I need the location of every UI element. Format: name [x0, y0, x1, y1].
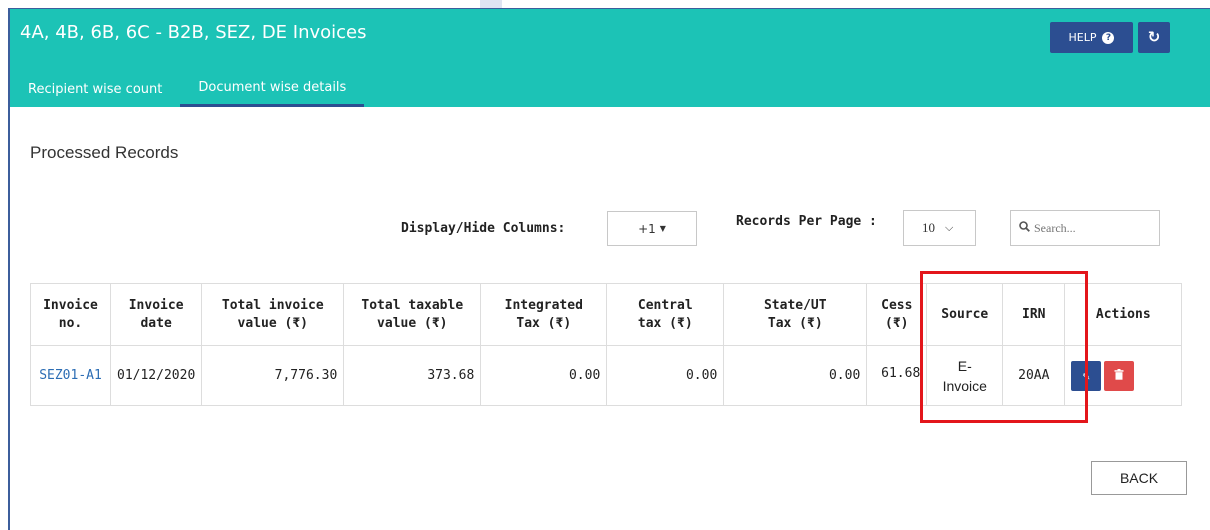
highlight-box — [920, 271, 1088, 423]
header-label: Invoice no. — [43, 297, 98, 331]
search-input[interactable] — [1034, 220, 1154, 236]
total-invoice-value-cell: 7,776.30 — [201, 345, 345, 406]
col-invoice-date[interactable]: Invoice date — [109, 283, 203, 346]
total-taxable-value-cell: 373.68 — [343, 345, 482, 406]
records-per-page-select[interactable]: 10 ⌵ — [903, 210, 976, 246]
columns-toggle-label: +1 — [638, 221, 656, 236]
invoice-no-link[interactable]: SEZ01-A1 — [30, 345, 111, 406]
tab-recipient-wise-count[interactable]: Recipient wise count — [10, 71, 180, 107]
header-label: Invoice date — [128, 297, 184, 331]
refresh-button[interactable]: ↻ — [1138, 22, 1170, 53]
col-central-tax[interactable]: Central tax (₹) — [606, 283, 725, 346]
col-cess[interactable]: Cess (₹) — [866, 283, 928, 346]
help-button[interactable]: HELP ? — [1050, 22, 1133, 53]
header-label: Total invoice value (₹) — [221, 297, 324, 331]
col-integrated-tax[interactable]: Integrated Tax (₹) — [480, 283, 608, 346]
tab-bar: Recipient wise count Document wise detai… — [10, 71, 365, 107]
state-ut-tax-cell: 0.00 — [723, 345, 868, 406]
section-title: Processed Records — [30, 143, 179, 162]
integrated-tax-cell: 0.00 — [480, 345, 608, 406]
columns-toggle-button[interactable]: +1 ▼ — [607, 211, 697, 246]
back-button[interactable]: BACK — [1091, 461, 1187, 495]
header-label: Central tax (₹) — [637, 297, 693, 331]
display-hide-label: Display/Hide Columns: — [401, 221, 566, 236]
col-invoice-no[interactable]: Invoice no. — [30, 283, 111, 346]
trash-icon — [1114, 368, 1124, 383]
search-box[interactable] — [1010, 210, 1160, 246]
cess-value: 61.68 — [881, 366, 921, 381]
col-state-ut-tax[interactable]: State/UT Tax (₹) — [723, 283, 868, 346]
header-label: Actions — [1095, 306, 1151, 322]
header-label: State/UT Tax (₹) — [763, 297, 827, 331]
invoice-date-cell: 01/12/2020 — [109, 345, 203, 406]
col-total-invoice-value[interactable]: Total invoice value (₹) — [201, 283, 345, 346]
delete-button[interactable] — [1104, 360, 1135, 391]
records-per-page-value: 10 — [922, 220, 935, 235]
question-circle-icon: ? — [1102, 31, 1115, 44]
col-total-taxable-value[interactable]: Total taxable value (₹) — [343, 283, 482, 346]
header-label: Integrated Tax (₹) — [504, 297, 583, 331]
refresh-icon: ↻ — [1147, 28, 1161, 46]
cess-cell: 61.68 — [866, 345, 928, 406]
central-tax-cell: 0.00 — [606, 345, 725, 406]
page-title: 4A, 4B, 6B, 6C - B2B, SEZ, DE Invoices — [20, 22, 367, 43]
records-per-page-label: Records Per Page : — [736, 214, 877, 229]
help-label: HELP — [1068, 31, 1097, 44]
search-icon — [1019, 220, 1030, 236]
header-label: Total taxable value (₹) — [361, 297, 464, 331]
caret-down-icon: ▼ — [659, 224, 666, 233]
header-label: Cess (₹) — [881, 297, 913, 331]
chevron-down-icon: ⌵ — [945, 221, 954, 234]
page-header: 4A, 4B, 6B, 6C - B2B, SEZ, DE Invoices H… — [10, 9, 1210, 107]
tab-document-wise-details[interactable]: Document wise details — [180, 71, 365, 107]
